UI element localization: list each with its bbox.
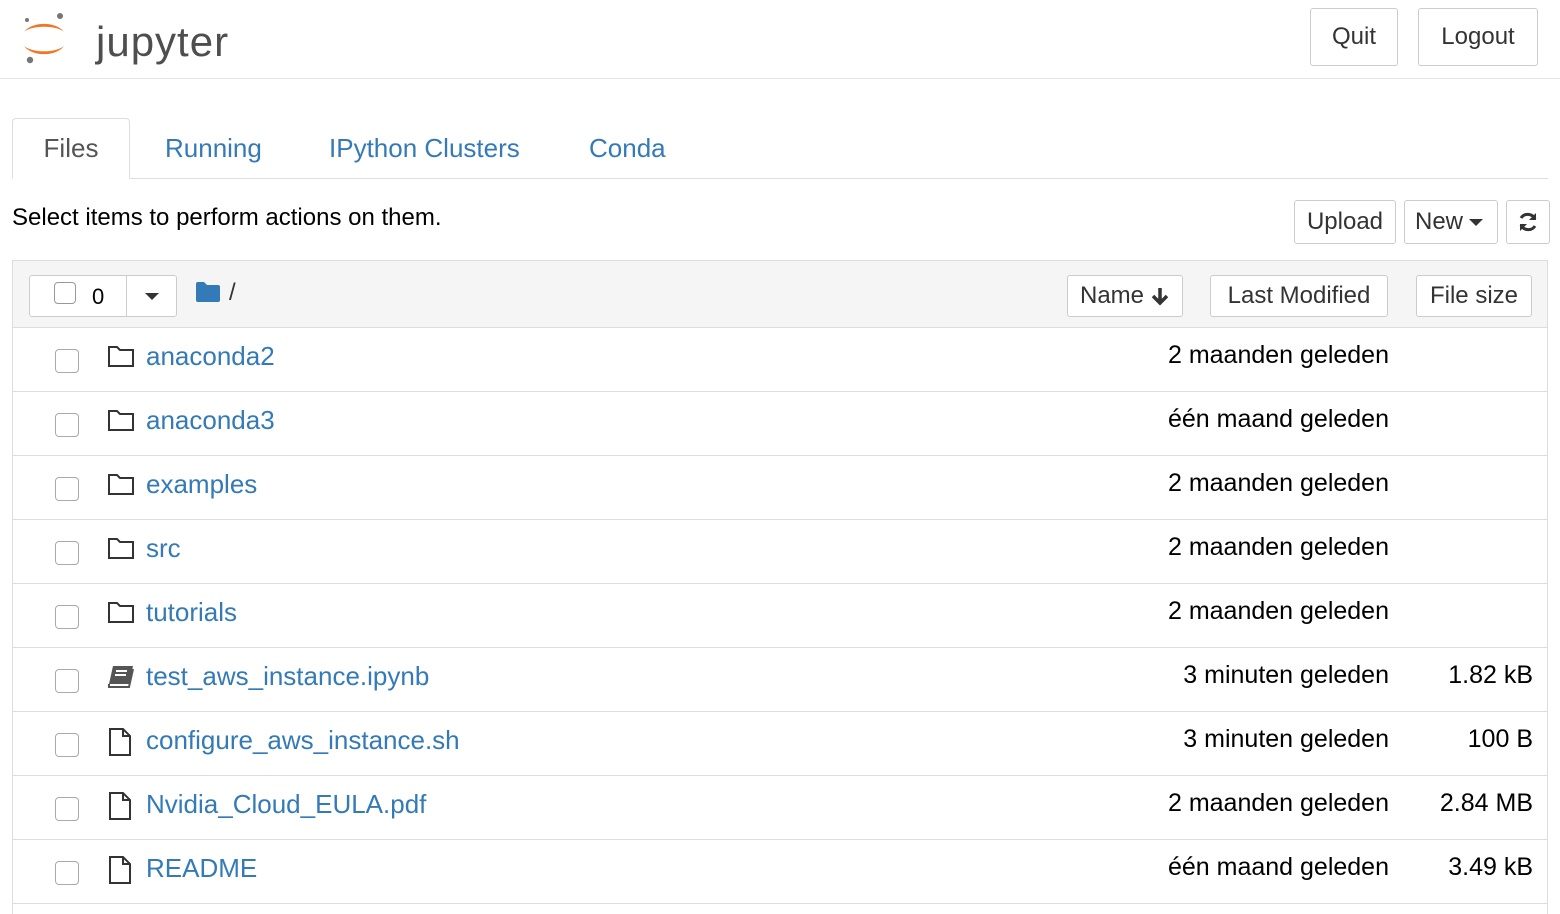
row-checkbox[interactable] xyxy=(55,413,79,437)
sort-file-size-button[interactable]: File size xyxy=(1416,275,1532,317)
caret-down-icon xyxy=(1469,218,1484,226)
file-modified: één maand geleden xyxy=(1167,853,1389,881)
file-name-link[interactable]: anaconda3 xyxy=(146,405,275,436)
list-item[interactable]: src 2 maanden geleden xyxy=(13,519,1547,584)
file-icon xyxy=(107,727,135,757)
breadcrumb-root[interactable]: / xyxy=(229,279,236,307)
file-name-link[interactable]: README xyxy=(146,853,257,884)
row-checkbox[interactable] xyxy=(55,797,79,821)
file-name-link[interactable]: anaconda2 xyxy=(146,341,275,372)
file-modified: 2 maanden geleden xyxy=(1167,341,1389,369)
jupyter-logo-icon xyxy=(24,13,64,64)
list-item[interactable]: tutorials 2 maanden geleden xyxy=(13,583,1547,648)
file-modified: één maand geleden xyxy=(1167,405,1389,433)
caret-down-icon xyxy=(145,293,159,300)
logo-text: jupyter xyxy=(96,18,230,65)
refresh-icon xyxy=(1519,212,1537,232)
file-modified: 3 minuten geleden xyxy=(1183,661,1389,689)
folder-outline-icon xyxy=(107,407,135,437)
select-all-control: 0 xyxy=(29,275,177,317)
file-name-link[interactable]: src xyxy=(146,533,181,564)
folder-outline-icon xyxy=(107,471,135,501)
list-item[interactable]: README één maand geleden 3.49 kB xyxy=(13,839,1547,904)
jupyter-logo[interactable]: jupyter xyxy=(18,8,248,68)
tab-conda[interactable]: Conda xyxy=(589,118,666,178)
file-icon xyxy=(107,791,135,821)
sort-name-button[interactable]: Name xyxy=(1067,275,1183,317)
folder-outline-icon xyxy=(107,343,135,373)
new-dropdown-button[interactable]: New xyxy=(1404,200,1498,244)
new-button-label: New xyxy=(1415,208,1464,235)
tab-running[interactable]: Running xyxy=(165,118,262,178)
selected-count: 0 xyxy=(92,284,105,309)
list-item[interactable]: anaconda2 2 maanden geleden xyxy=(13,327,1547,392)
file-name-link[interactable]: examples xyxy=(146,469,257,500)
select-all-checkbox[interactable] xyxy=(54,282,76,304)
sort-name-label: Name xyxy=(1079,282,1145,309)
row-checkbox[interactable] xyxy=(55,477,79,501)
row-checkbox[interactable] xyxy=(55,605,79,629)
list-item[interactable]: test_aws_instance.ipynb 3 minuten geleden… xyxy=(13,647,1547,712)
arrow-down-icon xyxy=(1151,288,1169,306)
file-name-link[interactable]: test_aws_instance.ipynb xyxy=(146,661,429,692)
row-checkbox[interactable] xyxy=(55,541,79,565)
refresh-button[interactable] xyxy=(1506,200,1550,244)
file-modified: 2 maanden geleden xyxy=(1167,533,1389,561)
list-item[interactable]: anaconda3 één maand geleden xyxy=(13,391,1547,456)
list-item[interactable]: configure_aws_instance.sh 3 minuten geled… xyxy=(13,711,1547,776)
file-modified: 2 maanden geleden xyxy=(1167,597,1389,625)
file-size: 3.49 kB xyxy=(1448,853,1533,881)
quit-button[interactable]: Quit xyxy=(1310,8,1398,66)
sort-last-modified-button[interactable]: Last Modified xyxy=(1210,275,1388,317)
file-size: 100 B xyxy=(1467,725,1533,753)
file-list-header: 0 / Name Last Modified File size xyxy=(13,261,1547,328)
list-item[interactable]: examples 2 maanden geleden xyxy=(13,455,1547,520)
row-checkbox[interactable] xyxy=(55,861,79,885)
file-name-link[interactable]: tutorials xyxy=(146,597,237,628)
tab-files[interactable]: Files xyxy=(12,118,130,179)
upload-button[interactable]: Upload xyxy=(1294,200,1396,244)
row-checkbox[interactable] xyxy=(55,669,79,693)
file-name-link[interactable]: configure_aws_instance.sh xyxy=(146,725,460,756)
header: jupyter Quit Logout xyxy=(0,0,1560,79)
file-size: 2.84 MB xyxy=(1439,789,1533,817)
file-size: 1.82 kB xyxy=(1448,661,1533,689)
file-icon xyxy=(107,855,135,885)
file-modified: 3 minuten geleden xyxy=(1183,725,1389,753)
list-item[interactable]: Nvidia_Cloud_EULA.pdf 2 maanden geleden 2.… xyxy=(13,775,1547,840)
select-dropdown-button[interactable] xyxy=(127,276,177,316)
tab-bar: Files Running IPython Clusters Conda xyxy=(12,118,1548,179)
file-name-link[interactable]: Nvidia_Cloud_EULA.pdf xyxy=(146,789,426,820)
file-modified: 2 maanden geleden xyxy=(1167,789,1389,817)
folder-outline-icon xyxy=(107,535,135,565)
row-checkbox[interactable] xyxy=(55,733,79,757)
logout-button[interactable]: Logout xyxy=(1418,8,1538,66)
tab-ipython-clusters[interactable]: IPython Clusters xyxy=(329,118,520,178)
file-list: 0 / Name Last Modified File size anacond… xyxy=(12,260,1548,914)
folder-outline-icon xyxy=(107,599,135,629)
file-modified: 2 maanden geleden xyxy=(1167,469,1389,497)
selection-hint: Select items to perform actions on them. xyxy=(12,204,442,231)
notebook-icon xyxy=(107,663,135,693)
row-checkbox[interactable] xyxy=(55,349,79,373)
folder-icon[interactable] xyxy=(195,281,221,303)
